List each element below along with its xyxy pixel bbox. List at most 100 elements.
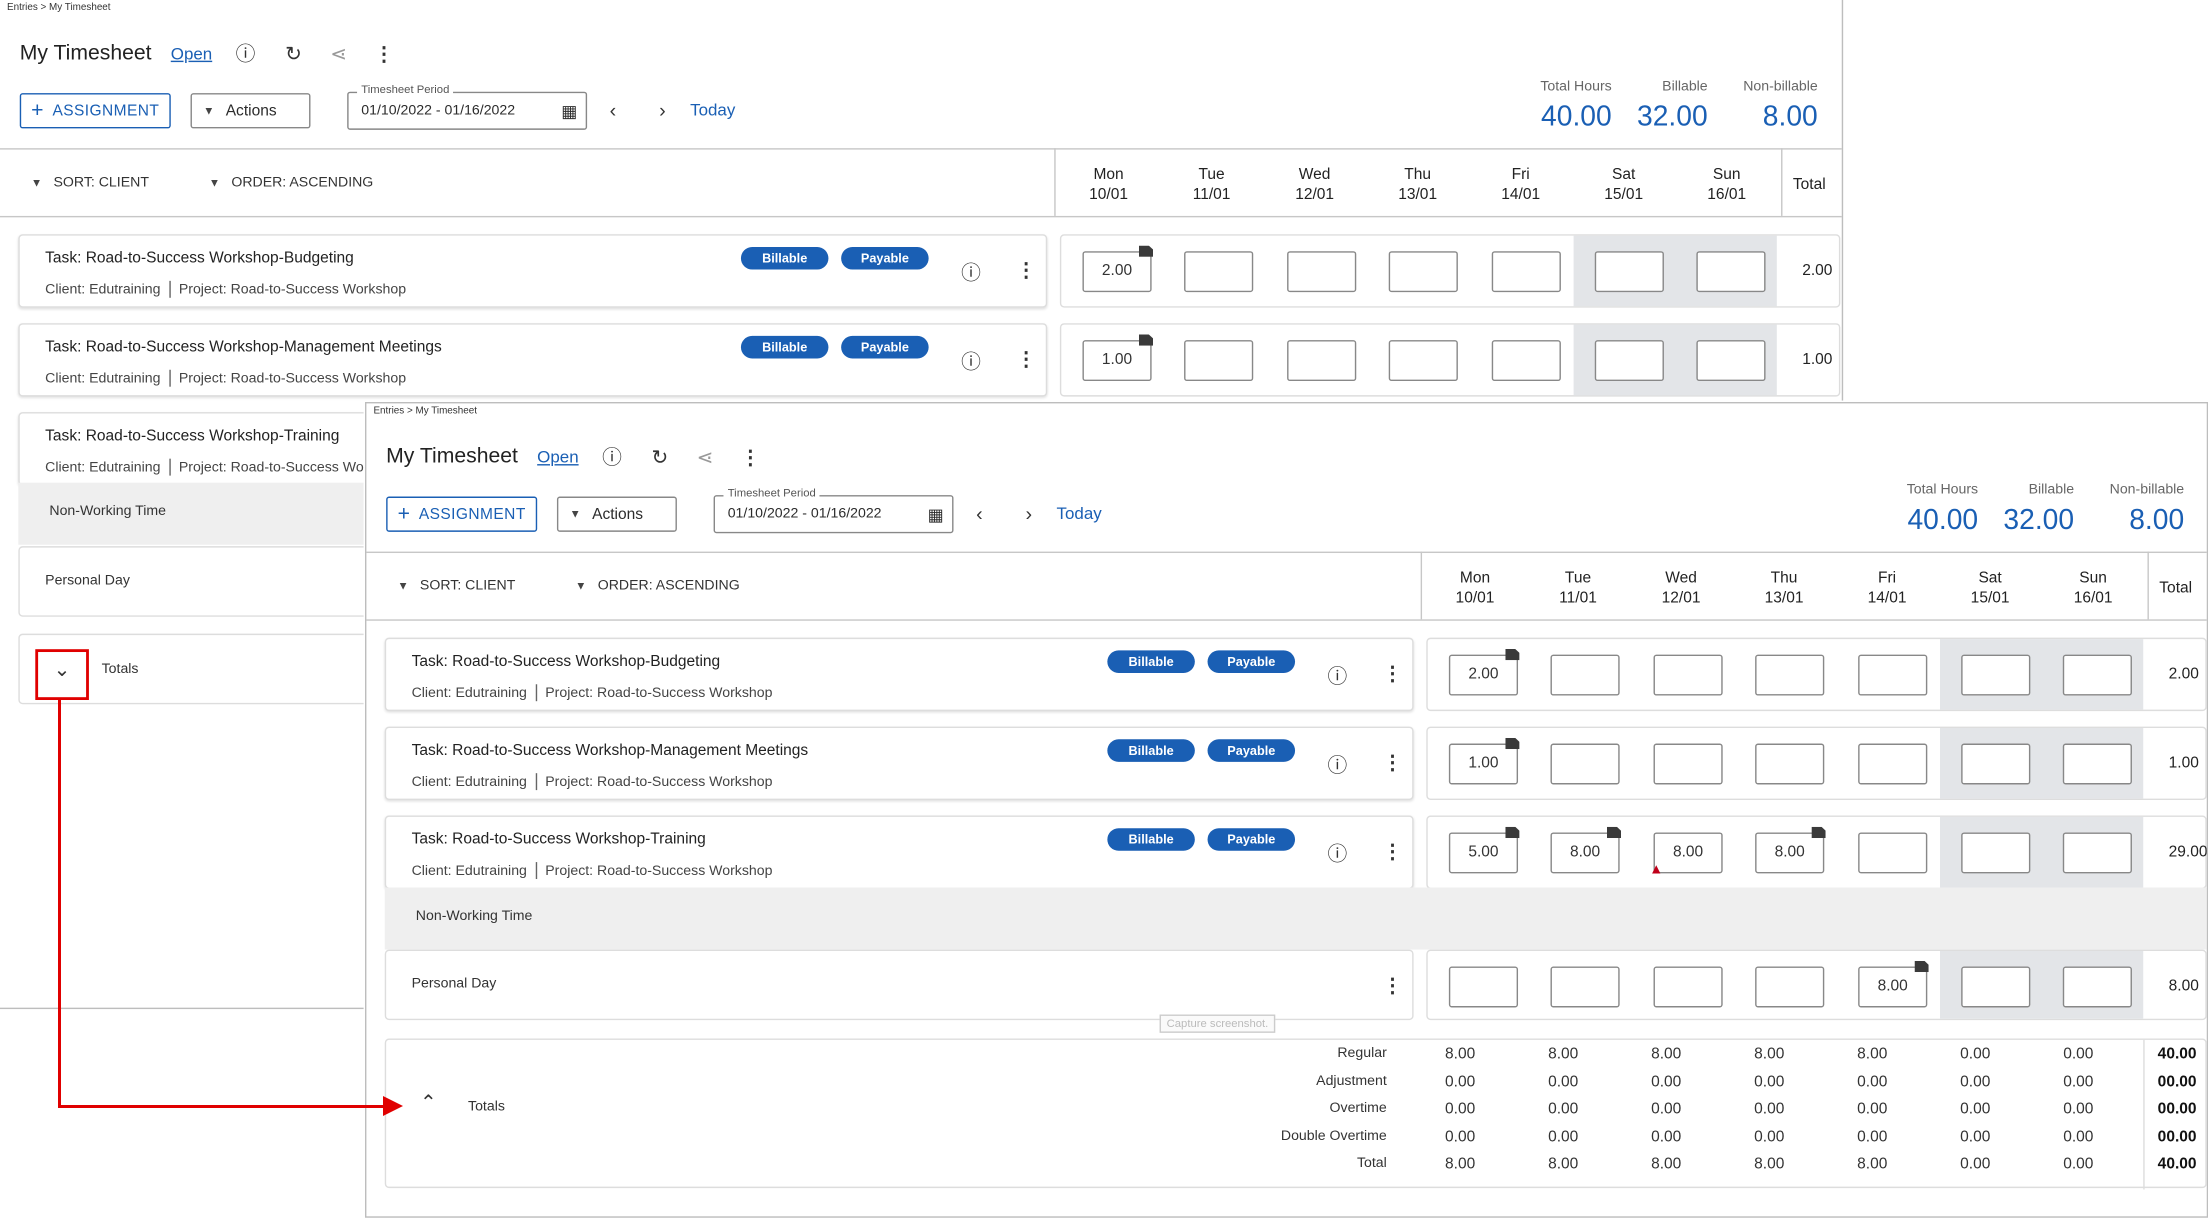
comment-flag-icon[interactable]: [1914, 960, 1929, 973]
breadcrumb[interactable]: Entries > My Timesheet: [7, 3, 111, 13]
hours-input-thu[interactable]: [1388, 340, 1458, 382]
hours-input-tue[interactable]: [1184, 251, 1254, 293]
more-vertical-icon[interactable]: ⋮: [1016, 258, 1036, 282]
hours-input-tue[interactable]: [1550, 966, 1620, 1008]
comment-flag-icon[interactable]: [1138, 334, 1154, 346]
hours-input-wed[interactable]: [1653, 966, 1723, 1008]
today-link[interactable]: Today: [1057, 504, 1102, 524]
task-row-training[interactable]: Task: Road-to-Success Workshop-Training …: [384, 815, 1414, 889]
actions-dropdown[interactable]: ▼ Actions: [556, 496, 677, 532]
hours-input-mon[interactable]: 5.00: [1448, 826, 1520, 874]
hours-input-wed[interactable]: [1287, 251, 1357, 293]
hours-input-sun[interactable]: [2062, 832, 2132, 874]
comment-flag-icon[interactable]: [1811, 826, 1826, 839]
calendar-icon[interactable]: ▦: [561, 102, 577, 122]
hours-input-sat[interactable]: [1961, 743, 2031, 785]
next-week-icon[interactable]: ›: [659, 99, 666, 122]
next-week-icon[interactable]: ›: [1025, 502, 1032, 525]
more-vertical-icon[interactable]: ⋮: [1383, 840, 1403, 864]
task-row-budgeting[interactable]: Task: Road-to-Success Workshop-Budgeting…: [384, 637, 1414, 712]
task-row-management[interactable]: Task: Road-to-Success Workshop-Managemen…: [18, 323, 1048, 397]
previous-week-icon[interactable]: ‹: [610, 99, 617, 122]
hours-input-sun[interactable]: [2062, 966, 2132, 1008]
previous-week-icon[interactable]: ‹: [976, 502, 983, 525]
info-icon[interactable]: ⓘ: [1328, 840, 1348, 868]
hours-input-tue[interactable]: [1184, 340, 1254, 382]
share-icon[interactable]: ⋖: [697, 447, 714, 467]
capture-screenshot-hint[interactable]: Capture screenshot.: [1159, 1014, 1276, 1033]
hours-input-sun[interactable]: [2062, 654, 2132, 696]
sort-control[interactable]: ▼ SORT: CLIENT: [31, 175, 149, 191]
hours-input-tue[interactable]: [1550, 654, 1620, 696]
more-vertical-icon[interactable]: ⋮: [740, 447, 760, 467]
info-icon[interactable]: ⓘ: [236, 44, 256, 64]
task-row-management[interactable]: Task: Road-to-Success Workshop-Managemen…: [384, 726, 1414, 800]
info-icon[interactable]: ⓘ: [1328, 751, 1348, 779]
sort-control[interactable]: ▼ SORT: CLIENT: [397, 578, 515, 594]
comment-flag-icon[interactable]: [1138, 245, 1154, 257]
personal-day-row[interactable]: Personal Day ⋮: [384, 949, 1414, 1021]
timesheet-period-field[interactable]: Timesheet Period 01/10/2022 - 01/16/2022…: [347, 83, 588, 130]
hours-input-thu[interactable]: 8.00: [1755, 826, 1826, 874]
comment-flag-icon[interactable]: [1505, 826, 1520, 839]
info-icon[interactable]: ⓘ: [602, 447, 622, 467]
hours-input-fri[interactable]: [1491, 340, 1561, 382]
actions-dropdown[interactable]: ▼ Actions: [190, 93, 311, 129]
hours-input-fri[interactable]: [1858, 832, 1928, 874]
more-vertical-icon[interactable]: ⋮: [1383, 662, 1403, 686]
more-vertical-icon[interactable]: ⋮: [374, 44, 394, 64]
timesheet-period-field[interactable]: Timesheet Period 01/10/2022 - 01/16/2022…: [713, 486, 954, 534]
hours-input-thu[interactable]: [1388, 251, 1458, 293]
info-icon[interactable]: ⓘ: [961, 347, 981, 375]
hours-input-fri[interactable]: 8.00: [1858, 960, 1929, 1008]
refresh-icon[interactable]: ↻: [651, 447, 668, 467]
hours-input-mon[interactable]: [1448, 966, 1519, 1008]
hours-input-fri[interactable]: [1858, 654, 1928, 696]
hours-input-fri[interactable]: [1858, 743, 1928, 785]
more-vertical-icon[interactable]: ⋮: [1383, 751, 1403, 775]
info-icon[interactable]: ⓘ: [961, 258, 981, 286]
hours-input-wed[interactable]: 8.00: [1653, 832, 1723, 874]
comment-flag-icon[interactable]: [1505, 737, 1520, 750]
hours-input-sun[interactable]: [2062, 743, 2132, 785]
hours-input-tue[interactable]: [1550, 743, 1620, 785]
comment-flag-icon[interactable]: [1606, 826, 1622, 839]
hours-input-sat[interactable]: [1961, 832, 2031, 874]
comment-flag-icon[interactable]: [1505, 648, 1520, 661]
chevron-up-icon[interactable]: ⌃: [420, 1091, 437, 1115]
hours-input-fri[interactable]: [1491, 251, 1561, 293]
more-vertical-icon[interactable]: ⋮: [1383, 974, 1403, 998]
hours-input-mon[interactable]: 1.00: [1082, 334, 1154, 382]
hours-input-sat[interactable]: [1961, 966, 2031, 1008]
breadcrumb[interactable]: Entries > My Timesheet: [373, 406, 477, 416]
calendar-icon[interactable]: ▦: [928, 505, 944, 525]
order-control[interactable]: ▼ ORDER: ASCENDING: [209, 175, 373, 191]
hours-input-wed[interactable]: [1653, 654, 1723, 696]
warning-icon[interactable]: ▲: [1649, 862, 1663, 878]
status-link[interactable]: Open: [171, 44, 212, 64]
more-vertical-icon[interactable]: ⋮: [1016, 347, 1036, 371]
hours-input-tue[interactable]: 8.00: [1550, 826, 1622, 874]
hours-input-mon[interactable]: 2.00: [1082, 245, 1154, 293]
hours-input-thu[interactable]: [1755, 654, 1825, 696]
hours-input-thu[interactable]: [1755, 743, 1825, 785]
share-icon[interactable]: ⋖: [330, 44, 347, 64]
hours-input-mon[interactable]: 1.00: [1448, 737, 1520, 785]
task-row-budgeting[interactable]: Task: Road-to-Success Workshop-Budgeting…: [18, 234, 1048, 308]
hours-input-sun[interactable]: [1696, 340, 1766, 382]
hours-input-sun[interactable]: [1696, 251, 1766, 293]
hours-input-thu[interactable]: [1755, 966, 1825, 1008]
status-link[interactable]: Open: [537, 447, 578, 467]
add-assignment-button[interactable]: + ASSIGNMENT: [386, 496, 538, 532]
info-icon[interactable]: ⓘ: [1328, 662, 1348, 690]
hours-input-wed[interactable]: [1287, 340, 1357, 382]
hours-input-wed[interactable]: [1653, 743, 1723, 785]
refresh-icon[interactable]: ↻: [285, 44, 302, 64]
today-link[interactable]: Today: [690, 100, 735, 120]
hours-input-mon[interactable]: 2.00: [1448, 648, 1520, 696]
hours-input-sat[interactable]: [1961, 654, 2031, 696]
hours-input-sat[interactable]: [1594, 340, 1664, 382]
add-assignment-button[interactable]: + ASSIGNMENT: [19, 93, 171, 129]
hours-input-sat[interactable]: [1594, 251, 1664, 293]
order-control[interactable]: ▼ ORDER: ASCENDING: [575, 578, 739, 594]
